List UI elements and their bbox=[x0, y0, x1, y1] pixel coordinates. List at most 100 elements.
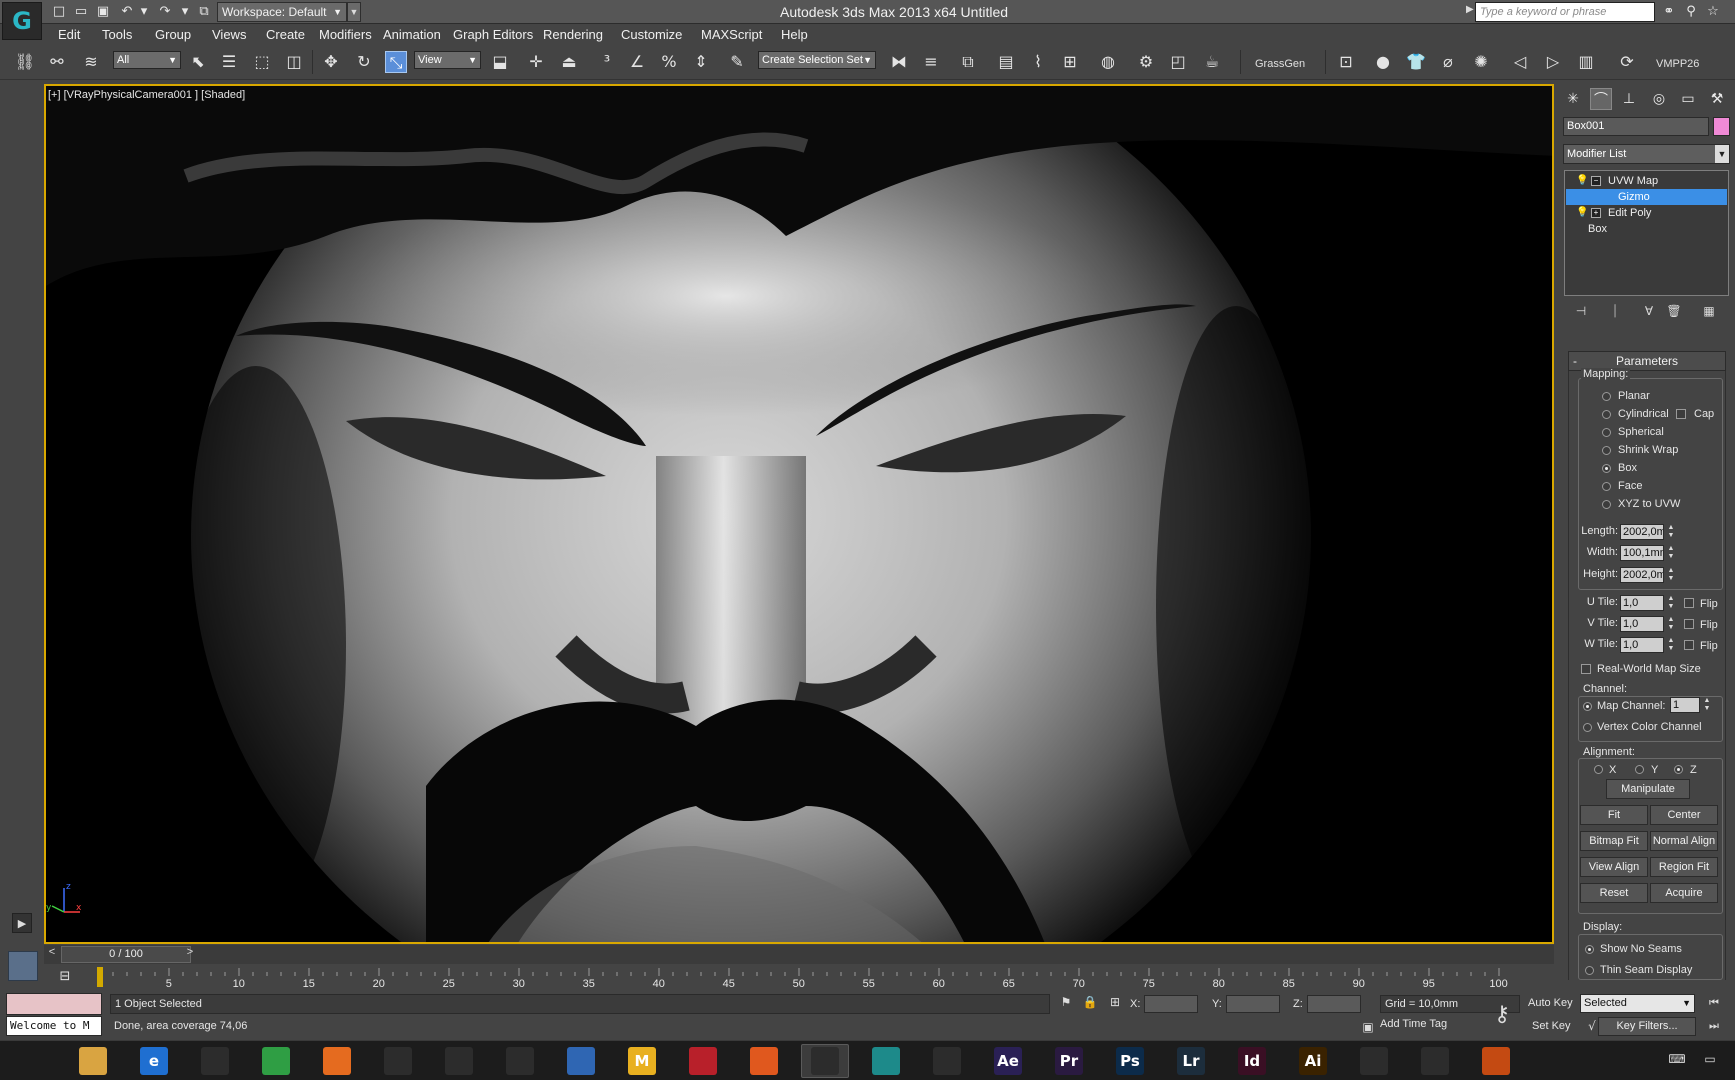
taskbar-network-icon[interactable] bbox=[1472, 1044, 1520, 1078]
add-time-tag-button[interactable]: Add Time Tag bbox=[1380, 1018, 1447, 1030]
track-bar-menu-icon[interactable]: ⊟ bbox=[54, 966, 76, 988]
binoculars-icon[interactable]: ⚭ bbox=[1660, 3, 1678, 21]
length-field[interactable]: 2002,0mm bbox=[1620, 524, 1664, 540]
taskbar-maya-icon[interactable] bbox=[862, 1044, 910, 1078]
view-align-button[interactable]: View Align bbox=[1580, 857, 1648, 877]
taskbar-mask-icon[interactable] bbox=[8, 1044, 56, 1078]
width-field[interactable]: 100,1mm bbox=[1620, 545, 1664, 561]
radio-cylindrical[interactable] bbox=[1602, 410, 1611, 419]
key-next-icon[interactable]: ▷ bbox=[1542, 51, 1564, 73]
taskbar-sketchup-icon[interactable] bbox=[435, 1044, 483, 1078]
menu-graph-editors[interactable]: Graph Editors bbox=[453, 27, 533, 42]
spinner-arrows-icon[interactable]: ▲ ▼ bbox=[1666, 545, 1676, 561]
open-file-icon[interactable]: ▭ bbox=[72, 3, 90, 21]
spinner-arrows-icon[interactable]: ▲ ▼ bbox=[1666, 637, 1676, 653]
time-slider-thumb[interactable]: 0 / 100 bbox=[61, 946, 191, 963]
schematic-view-icon[interactable]: ⊞ bbox=[1059, 51, 1081, 73]
reset-button[interactable]: Reset bbox=[1580, 883, 1648, 903]
z-coordinate-field[interactable] bbox=[1307, 995, 1361, 1013]
bind-space-warp-icon[interactable]: ≋ bbox=[80, 51, 102, 73]
isolate-selection-icon[interactable]: ⚑ bbox=[1058, 995, 1074, 1011]
configure-modifier-sets-icon[interactable]: ▦ bbox=[1700, 304, 1718, 320]
menu-rendering[interactable]: Rendering bbox=[543, 27, 603, 42]
height-field[interactable]: 2002,0mm bbox=[1620, 567, 1664, 583]
radio-map-channel[interactable] bbox=[1583, 702, 1592, 711]
selection-lock-icon[interactable]: 🔒 bbox=[1082, 995, 1098, 1011]
time-slider-track[interactable] bbox=[44, 945, 1554, 964]
menu-edit[interactable]: Edit bbox=[58, 27, 80, 42]
menu-modifiers[interactable]: Modifiers bbox=[319, 27, 372, 42]
display-tab-icon[interactable]: ▭ bbox=[1677, 88, 1699, 110]
taskbar-premiere-icon[interactable]: Pr bbox=[1045, 1044, 1093, 1078]
y-coordinate-field[interactable] bbox=[1226, 995, 1280, 1013]
lightbulb-icon[interactable]: 💡 bbox=[1576, 205, 1588, 221]
taskbar-explorer-icon[interactable] bbox=[69, 1044, 117, 1078]
key-mode-dropdown[interactable]: Selected ▼ bbox=[1580, 994, 1695, 1013]
taskbar-archive-icon[interactable] bbox=[1411, 1044, 1459, 1078]
reference-coordinate-dropdown[interactable]: View ▼ bbox=[414, 51, 481, 69]
acquire-button[interactable]: Acquire bbox=[1650, 883, 1718, 903]
modifier-stack[interactable]: 💡 − UVW Map Gizmo 💡 + Edit Poly Box bbox=[1564, 170, 1729, 296]
search-input[interactable]: Type a keyword or phrase bbox=[1475, 2, 1655, 22]
real-world-map-size-checkbox[interactable] bbox=[1581, 664, 1591, 674]
modifier-list-dropdown[interactable]: Modifier List ▼ bbox=[1563, 144, 1730, 164]
rotate-icon[interactable]: ↻ bbox=[353, 51, 375, 73]
taskbar-eclipse-icon[interactable] bbox=[191, 1044, 239, 1078]
key-filter-icon[interactable]: ▥ bbox=[1575, 51, 1597, 73]
time-next-icon[interactable]: > bbox=[184, 946, 196, 963]
menu-customize[interactable]: Customize bbox=[621, 27, 682, 42]
radio-align-x[interactable] bbox=[1594, 765, 1603, 774]
help-star-icon[interactable]: ☆ bbox=[1704, 3, 1722, 21]
menu-maxscript[interactable]: MAXScript bbox=[701, 27, 762, 42]
expand-icon[interactable]: + bbox=[1591, 208, 1601, 218]
spinner-arrows-icon[interactable]: ▲ ▼ bbox=[1702, 697, 1712, 713]
undo-icon[interactable]: ↶ bbox=[118, 3, 136, 21]
vray-frame-buffer-icon[interactable]: ⊡ bbox=[1335, 51, 1357, 73]
key-filters-button[interactable]: Key Filters... bbox=[1598, 1017, 1696, 1036]
spinner-snap-icon[interactable]: ⇕ bbox=[690, 51, 712, 73]
region-fit-button[interactable]: Region Fit bbox=[1650, 857, 1718, 877]
percent-snap-icon[interactable]: % bbox=[658, 51, 680, 73]
remove-modifier-icon[interactable]: 🗑 bbox=[1665, 304, 1683, 320]
new-file-icon[interactable]: □ bbox=[50, 3, 68, 21]
select-object-icon[interactable]: ⬉ bbox=[187, 51, 209, 73]
maxscript-input[interactable]: Welcome to M bbox=[6, 1016, 102, 1036]
undo-dropdown-icon[interactable]: ▾ bbox=[135, 3, 153, 21]
search-expand-icon[interactable]: ▶ bbox=[1466, 4, 1474, 15]
set-key-button[interactable]: Set Key bbox=[1532, 1020, 1571, 1032]
save-icon[interactable]: ▣ bbox=[94, 3, 112, 21]
object-name-field[interactable]: Box001 bbox=[1563, 117, 1709, 136]
workspace-menu-arrow-icon[interactable]: ▼ bbox=[347, 2, 361, 22]
radio-align-z[interactable] bbox=[1674, 765, 1683, 774]
motion-tab-icon[interactable]: ◎ bbox=[1648, 88, 1670, 110]
normal-align-button[interactable]: Normal Align bbox=[1650, 831, 1718, 851]
x-coordinate-field[interactable] bbox=[1144, 995, 1198, 1013]
auto-key-button[interactable]: Auto Key bbox=[1528, 997, 1573, 1009]
manipulate-button[interactable]: Manipulate bbox=[1606, 779, 1690, 799]
taskbar-rhino-icon[interactable] bbox=[374, 1044, 422, 1078]
taskbar-illustrator-icon[interactable]: Ai bbox=[1289, 1044, 1337, 1078]
taskbar-firefox-icon[interactable] bbox=[313, 1044, 361, 1078]
viewport[interactable] bbox=[44, 84, 1554, 944]
time-tag-icon[interactable]: ▣ bbox=[1360, 1020, 1376, 1036]
modify-tab-icon[interactable]: ⌒ bbox=[1590, 88, 1612, 110]
taskbar-guitar-pro-icon[interactable] bbox=[1350, 1044, 1398, 1078]
hierarchy-tab-icon[interactable]: ⊥ bbox=[1618, 88, 1640, 110]
particle-flow-icon[interactable]: ✺ bbox=[1470, 51, 1492, 73]
stack-item-edit-poly[interactable]: 💡 + Edit Poly bbox=[1566, 205, 1727, 221]
menu-animation[interactable]: Animation bbox=[383, 27, 441, 42]
sphere-icon[interactable]: ● bbox=[1372, 51, 1394, 73]
taskbar-poser-icon[interactable] bbox=[496, 1044, 544, 1078]
keyboard-icon[interactable]: ⌨ bbox=[1667, 1052, 1687, 1070]
ribbon-toggle-icon[interactable]: ▤ bbox=[995, 51, 1017, 73]
pivot-center-icon[interactable]: ⬓ bbox=[489, 51, 511, 73]
create-tab-icon[interactable]: ✳ bbox=[1562, 88, 1584, 110]
align-icon[interactable]: ≡ bbox=[920, 51, 942, 73]
taskbar-dropbox-icon[interactable] bbox=[923, 1044, 971, 1078]
cloth-shirt-icon[interactable]: 👕 bbox=[1405, 51, 1427, 73]
collapse-icon[interactable]: − bbox=[1591, 176, 1601, 186]
fit-button[interactable]: Fit bbox=[1580, 805, 1648, 825]
utilities-tab-icon[interactable]: ⚒ bbox=[1706, 88, 1728, 110]
stack-item-uvw-map[interactable]: 💡 − UVW Map bbox=[1566, 173, 1727, 189]
rectangular-selection-icon[interactable]: ⬚ bbox=[251, 51, 273, 73]
